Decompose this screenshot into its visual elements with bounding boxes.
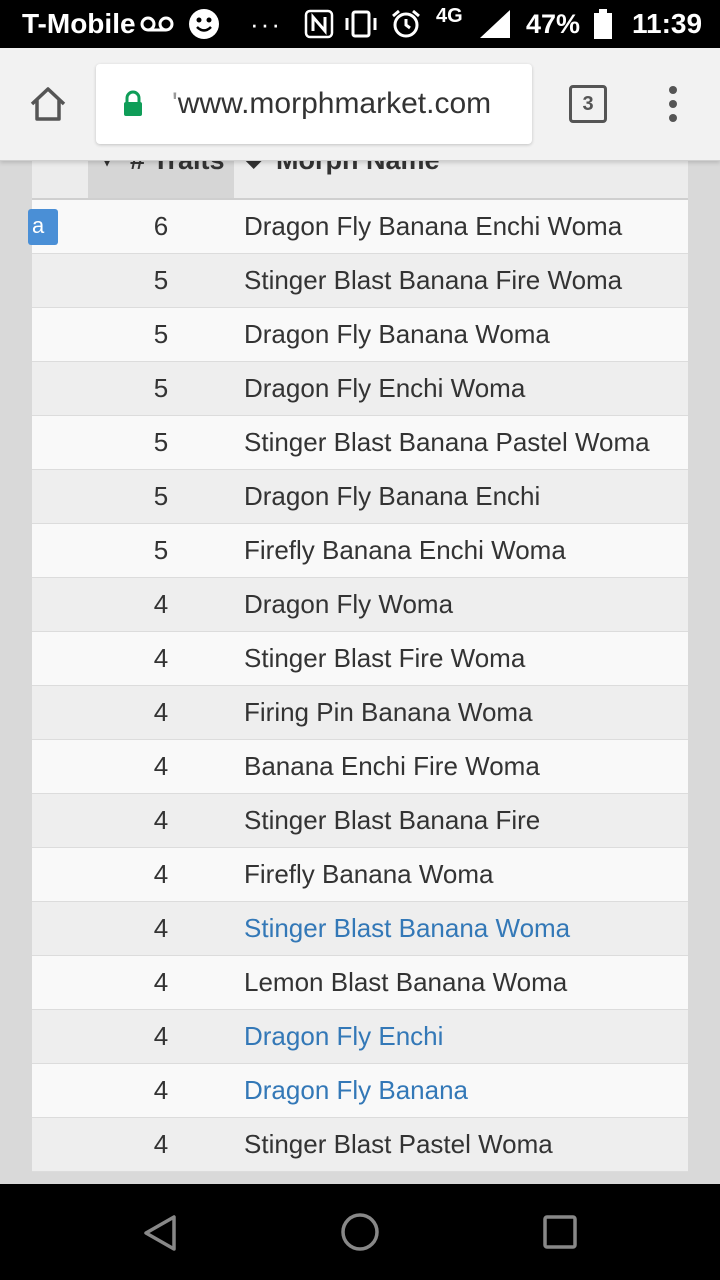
morph-name-cell: Firefly Banana Woma: [244, 859, 494, 889]
traits-cell: 4: [153, 1021, 169, 1051]
vibrate-icon: [345, 10, 377, 38]
status-bar: T-Mobile ··· 4G 47% 11:39: [0, 0, 720, 48]
traits-cell: 5: [153, 265, 169, 295]
table-row[interactable]: 4 Dragon Fly Enchi: [32, 1010, 688, 1064]
network-type: 4G: [436, 5, 463, 27]
browser-toolbar: 'www.morphmarket.com 3: [0, 48, 720, 161]
alarm-icon: [392, 9, 420, 38]
home-icon[interactable]: [28, 84, 68, 124]
morph-name-cell: Dragon Fly Woma: [244, 589, 454, 619]
table-row[interactable]: 5 Firefly Banana Enchi Woma: [32, 524, 688, 578]
battery-percent: 47%: [526, 9, 581, 39]
voicemail-icon: [140, 16, 174, 32]
more-notifications: ···: [250, 9, 282, 39]
traits-cell: 4: [153, 967, 169, 997]
table-row[interactable]: 4 Dragon Fly Banana: [32, 1064, 688, 1118]
battery-icon: [594, 9, 612, 39]
morph-name-cell: Lemon Blast Banana Woma: [244, 967, 568, 997]
url-text[interactable]: 'www.morphmarket.com: [172, 64, 491, 144]
traits-cell: 4: [153, 589, 169, 619]
table-row[interactable]: 5 Dragon Fly Banana Woma: [32, 308, 688, 362]
table-row[interactable]: 5 Dragon Fly Enchi Woma: [32, 362, 688, 416]
traits-header-cell[interactable]: ▾ # Traits: [88, 160, 234, 198]
morph-name-cell: Stinger Blast Pastel Woma: [244, 1129, 553, 1159]
morph-name-cell: Stinger Blast Banana Fire Woma: [244, 265, 623, 295]
morph-name-cell: Dragon Fly Banana Enchi Woma: [244, 211, 623, 241]
table-row[interactable]: a 6 Dragon Fly Banana Enchi Woma: [28, 200, 688, 254]
sort-icon: ▾: [102, 160, 113, 171]
morph-name-cell: Banana Enchi Fire Woma: [244, 751, 540, 781]
table-row[interactable]: 4 Lemon Blast Banana Woma: [32, 956, 688, 1010]
traits-cell: 4: [153, 913, 169, 943]
table-row[interactable]: 5 Dragon Fly Banana Enchi: [32, 470, 688, 524]
traits-header-label: # Traits: [130, 160, 225, 175]
traits-cell: 4: [153, 859, 169, 889]
smiley-icon: [189, 9, 219, 39]
table-row[interactable]: 4 Firefly Banana Woma: [32, 848, 688, 902]
traits-cell: 4: [153, 805, 169, 835]
morph-name-cell: Firing Pin Banana Woma: [244, 697, 533, 727]
table-row[interactable]: 4 Banana Enchi Fire Woma: [32, 740, 688, 794]
table-row[interactable]: 4 Stinger Blast Fire Woma: [32, 632, 688, 686]
table-row[interactable]: 4 Stinger Blast Pastel Woma: [32, 1118, 688, 1172]
table-row[interactable]: 5 Stinger Blast Banana Pastel Woma: [32, 416, 688, 470]
traits-cell: 4: [153, 1075, 169, 1105]
navigation-bar: [0, 1184, 720, 1280]
morph-name-cell: Stinger Blast Fire Woma: [244, 643, 526, 673]
tabs-icon[interactable]: 3: [569, 85, 607, 123]
lock-icon: [124, 90, 142, 116]
table-row[interactable]: 4 Firing Pin Banana Woma: [32, 686, 688, 740]
table-row[interactable]: 5 Stinger Blast Banana Fire Woma: [32, 254, 688, 308]
morph-name-cell: Stinger Blast Banana Fire: [244, 805, 541, 835]
traits-cell: 5: [153, 481, 169, 511]
status-badge[interactable]: a: [28, 209, 58, 245]
sort-icon[interactable]: ◆: [246, 160, 261, 198]
table-row[interactable]: 4 Stinger Blast Banana Woma: [32, 902, 688, 956]
morph-name-cell: Dragon Fly Banana Enchi: [244, 481, 541, 511]
table-row[interactable]: 4 Stinger Blast Banana Fire: [32, 794, 688, 848]
traits-cell: 4: [153, 697, 169, 727]
traits-cell: 5: [153, 427, 169, 457]
morph-name-cell: Dragon Fly Enchi Woma: [244, 373, 526, 403]
tab-count: 3: [582, 93, 594, 115]
traits-cell: 5: [153, 373, 169, 403]
traits-cell: 5: [153, 535, 169, 565]
address-bar[interactable]: 'www.morphmarket.com: [96, 64, 532, 144]
traits-cell: 4: [153, 1129, 169, 1159]
traits-cell: 4: [153, 643, 169, 673]
morph-name-cell: Stinger Blast Banana Pastel Woma: [244, 427, 650, 457]
carrier-label: T-Mobile: [22, 8, 136, 39]
clock: 11:39: [632, 8, 703, 39]
menu-icon[interactable]: [664, 84, 682, 124]
home-circle-icon[interactable]: [340, 1212, 380, 1252]
recents-icon[interactable]: [542, 1214, 578, 1250]
name-header-label[interactable]: Morph Name: [276, 160, 440, 198]
morph-name-cell: Firefly Banana Enchi Woma: [244, 535, 566, 565]
page-content: ▾ # Traits ◆ Morph Name a 6 Dragon Fly Ban…: [0, 160, 720, 1184]
signal-icon: [480, 10, 510, 38]
traits-cell: 5: [153, 319, 169, 349]
table-row[interactable]: 4 Dragon Fly Woma: [32, 578, 688, 632]
morph-name-link[interactable]: Stinger Blast Banana Woma: [244, 902, 570, 955]
nfc-icon: [304, 9, 334, 39]
morph-name-cell: Dragon Fly Banana Woma: [244, 319, 550, 349]
traits-cell: 4: [153, 751, 169, 781]
url-domain: www.morphmarket.com: [177, 87, 492, 120]
morph-name-link[interactable]: Dragon Fly Banana: [244, 1064, 468, 1117]
morph-name-link[interactable]: Dragon Fly Enchi: [244, 1010, 443, 1063]
table-header: ▾ # Traits ◆ Morph Name: [32, 160, 688, 200]
back-icon[interactable]: [142, 1214, 178, 1252]
traits-cell: 6: [153, 211, 169, 241]
